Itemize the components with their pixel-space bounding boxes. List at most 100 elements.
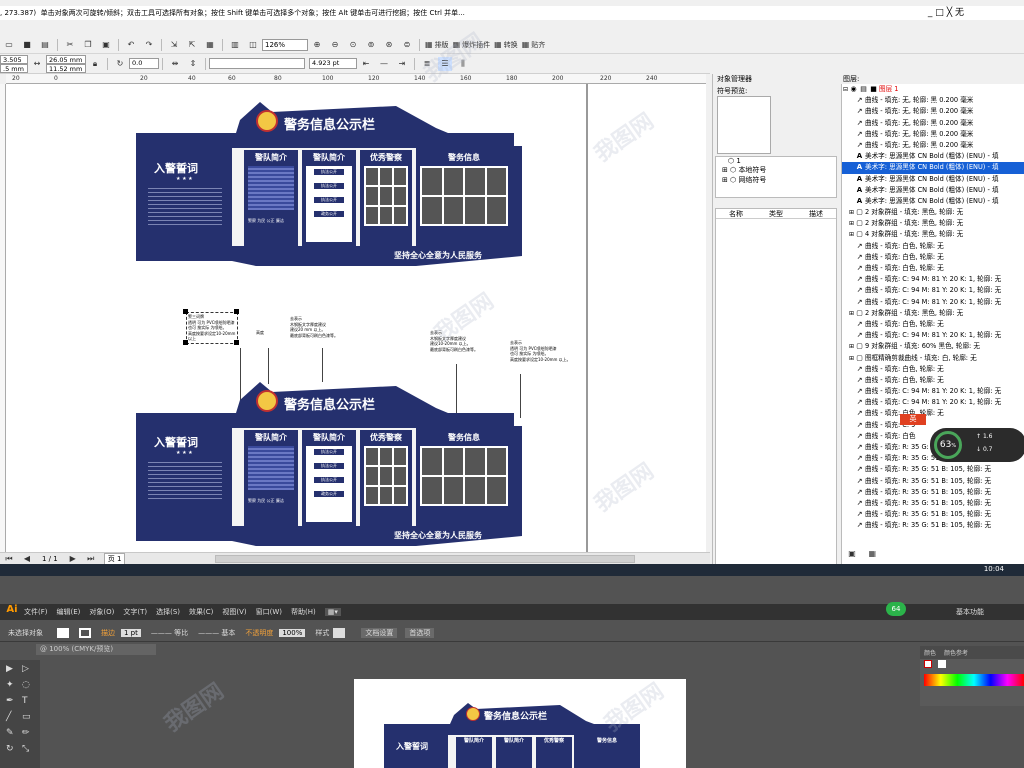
brush-definition[interactable]: ——— 基本 bbox=[198, 628, 235, 638]
object-row[interactable]: ↗ 曲线 - 填充: R: 35 G: 51 B: 105, 轮廓: 无 bbox=[842, 520, 1024, 531]
expand-icon[interactable]: ⊞ bbox=[848, 308, 855, 319]
selection-handle[interactable] bbox=[234, 340, 239, 345]
object-row[interactable]: ↗ 曲线 - 填充: R: 35 G: 51 B: 105, 轮廓: 无 bbox=[842, 487, 1024, 498]
color-guide-tab[interactable]: 颜色参考 bbox=[944, 648, 968, 657]
delete-icon[interactable]: ▦ bbox=[865, 546, 879, 560]
object-row[interactable]: ⊞ ▢ 2 对象群组 - 填充: 黑色, 轮廓: 无 bbox=[842, 218, 1024, 229]
mirror-h-icon[interactable]: ⇹ bbox=[168, 57, 182, 71]
mirror-v-icon[interactable]: ⇕ bbox=[186, 57, 200, 71]
x-position-field[interactable]: 3.505 mm bbox=[0, 54, 28, 73]
design-board-bottom[interactable]: 警务信息公示栏 入警誓词 ★ ★ ★ 警队简介 警察 为民 公正 廉洁 警队简介… bbox=[136, 376, 526, 546]
zoom-out-icon[interactable]: ⊖ bbox=[328, 38, 342, 52]
convert-button[interactable]: ▦ 转换 bbox=[494, 38, 518, 52]
ai-artboard[interactable]: 警务信息公示栏 入警誓词 警队简介 警队简介 优秀警察 警务信息 bbox=[354, 679, 686, 768]
save-icon[interactable]: ■ bbox=[20, 38, 34, 52]
menu-type[interactable]: 文字(T) bbox=[123, 607, 147, 617]
brush-tool-icon[interactable]: ✎ bbox=[6, 728, 14, 738]
object-row[interactable]: ↗ 曲线 - 填充: C: 94 M: 81 Y: 20 K: 1, 轮廓: 无 bbox=[842, 297, 1024, 308]
menu-view[interactable]: 视图(V) bbox=[222, 607, 246, 617]
color-spectrum[interactable] bbox=[924, 674, 1024, 686]
expand-icon[interactable]: ⊞ bbox=[848, 218, 855, 229]
restore-icon[interactable]: □ bbox=[935, 8, 944, 18]
object-row[interactable]: ↗ 曲线 - 填充: R: 35 G: 51 B: 105, 轮廓: 无 bbox=[842, 509, 1024, 520]
rotation-angle-field[interactable]: 0.0 bbox=[129, 58, 159, 69]
object-row[interactable]: ↗曲线 - 填充: 白色, 轮廓: 无 bbox=[842, 364, 1024, 375]
object-row[interactable]: ↗ 曲线 - 填充: C: 94 M: 81 Y: 20 K: 1, 轮廓: 无 bbox=[842, 285, 1024, 296]
object-row[interactable]: ↗曲线 - 填充: 白色, 轮廓: 无 bbox=[842, 408, 1024, 419]
line-start-icon[interactable]: ⇤ bbox=[359, 57, 373, 71]
width-field[interactable]: 26.05 mm bbox=[46, 54, 86, 64]
preferences-button[interactable]: 首选项 bbox=[405, 627, 435, 638]
menu-window[interactable]: 窗口(W) bbox=[256, 607, 282, 617]
object-row[interactable]: ↗ 曲线 - 填充: C: 94 M: 81 Y: 20 K: 1, 轮廓: 无 bbox=[842, 386, 1024, 397]
zoom-page-icon[interactable]: ⊚ bbox=[364, 38, 378, 52]
y-position-field[interactable]: .5 mm bbox=[0, 63, 28, 73]
app-launcher-icon[interactable]: ▥ bbox=[228, 38, 242, 52]
fill-select[interactable] bbox=[209, 58, 305, 69]
line-end-icon[interactable]: ⇥ bbox=[395, 57, 409, 71]
line-tool-icon[interactable]: ╱ bbox=[6, 712, 11, 722]
menu-file[interactable]: 文件(F) bbox=[24, 607, 48, 617]
object-row[interactable]: ⊞ ▢ 2 对象群组 - 填充: 黑色, 轮廓: 无 bbox=[842, 207, 1024, 218]
object-row[interactable]: ↗ 曲线 - 填充: 无, 轮廓: 黑 0.200 毫米 bbox=[842, 129, 1024, 140]
layout-button[interactable]: ▦ 排版 bbox=[425, 38, 449, 52]
import-icon[interactable]: ⇲ bbox=[167, 38, 181, 52]
direct-selection-tool-icon[interactable]: ▷ bbox=[22, 664, 29, 674]
object-row[interactable]: ↗曲线 - 填充: 白色, 轮廓: 无 bbox=[842, 375, 1024, 386]
zoom-height-icon[interactable]: ⊜ bbox=[400, 38, 414, 52]
zoom-width-icon[interactable]: ⊛ bbox=[382, 38, 396, 52]
paste-icon[interactable]: ▣ bbox=[99, 38, 113, 52]
opacity-field[interactable]: 100% bbox=[279, 628, 306, 637]
object-row[interactable]: ↗ 曲线 - 填充: C: 94 M: 81 Y: 20 K: 1, 轮廓: 无 bbox=[842, 397, 1024, 408]
wrap-text-icon[interactable]: ≣ bbox=[420, 57, 434, 71]
object-row[interactable]: ⊞ ▢ 2 对象群组 - 填充: 黑色, 轮廓: 无 bbox=[842, 308, 1024, 319]
window-controls[interactable]: _ □ ╳ 无 bbox=[928, 6, 964, 20]
object-row[interactable]: ↗ 曲线 - 填充: C: 94 M: 81 Y: 20 K: 1, 轮廓: 无 bbox=[842, 274, 1024, 285]
redo-icon[interactable]: ↷ bbox=[142, 38, 156, 52]
system-monitor-widget[interactable]: 63% ↑ 1.6 ↓ 0.7 bbox=[930, 428, 1024, 462]
scale-tool-icon[interactable]: ⤡ bbox=[22, 744, 29, 754]
object-row[interactable]: ↗ 曲线 - 填充: R: 35 G: 51 B: 105, 轮廓: 无 bbox=[842, 464, 1024, 475]
object-row[interactable]: A 美术字: 思源黑体 CN Bold (粗体) (ENU) - 填 bbox=[842, 162, 1024, 174]
object-row[interactable]: A 美术字: 思源黑体 CN Bold (粗体) (ENU) - 填 bbox=[842, 174, 1024, 185]
welcome-icon[interactable]: ◫ bbox=[246, 38, 260, 52]
line-style-icon[interactable]: — bbox=[377, 57, 391, 71]
lock-icon[interactable]: ■ bbox=[869, 84, 878, 95]
export-icon[interactable]: ⇱ bbox=[185, 38, 199, 52]
selection-handle[interactable] bbox=[183, 309, 188, 314]
object-row[interactable]: ↗ 曲线 - 填充: R: 35 G: 51 B: 105, 轮廓: 无 bbox=[842, 476, 1024, 487]
print-icon[interactable]: ▤ bbox=[38, 38, 52, 52]
ime-indicator[interactable]: 英 bbox=[900, 414, 926, 425]
none-swatch[interactable] bbox=[924, 660, 932, 668]
object-row[interactable]: ↗ 曲线 - 填充: 无, 轮廓: 黑 0.200 毫米 bbox=[842, 95, 1024, 106]
object-row[interactable]: ↗ 曲线 - 填充: 无, 轮廓: 黑 0.200 毫米 bbox=[842, 106, 1024, 117]
object-row[interactable]: ⊞ ▢ 4 对象群组 - 填充: 黑色, 轮廓: 无 bbox=[842, 229, 1024, 240]
rotate-tool-icon[interactable]: ↻ bbox=[6, 744, 14, 754]
open-icon[interactable]: ▭ bbox=[2, 38, 16, 52]
menu-edit[interactable]: 编辑(E) bbox=[57, 607, 81, 617]
close-icon[interactable]: ╳ bbox=[947, 8, 952, 18]
selected-annotation-text[interactable]: 警三词牌 透明 可为 PVC喷绘防晒漆 也可 按实际 为喷绘。 高度按要求设定1… bbox=[186, 312, 238, 344]
object-row[interactable]: ↗ 曲线 - 填充: R: 35 G: 51 B: 105, 轮廓: 无 bbox=[842, 498, 1024, 509]
workspace-switcher[interactable]: 基本功能 bbox=[956, 607, 984, 617]
object-row[interactable]: A 美术字: 思源黑体 CN Bold (粗体) (ENU) - 填 bbox=[842, 151, 1024, 162]
color-tab[interactable]: 颜色 bbox=[924, 648, 936, 657]
object-row[interactable]: ⊞ ▢ 图框精确剪裁曲线 - 填充: 白, 轮廓: 无 bbox=[842, 353, 1024, 364]
col-type[interactable]: 类型 bbox=[756, 209, 796, 218]
object-row[interactable]: ↗曲线 - 填充: 白色, 轮廓: 无 bbox=[842, 252, 1024, 263]
snap-button[interactable]: ▦ 贴齐 bbox=[522, 38, 546, 52]
design-board-top[interactable]: 警务信息公示栏 入警誓词 ★ ★ ★ 警队简介 警察 为民 公正 廉洁 警队简介… bbox=[136, 96, 526, 266]
undo-icon[interactable]: ↶ bbox=[124, 38, 138, 52]
selection-handle[interactable] bbox=[234, 309, 239, 314]
stroke-swatch[interactable] bbox=[79, 627, 91, 638]
stroke-weight-field[interactable]: 1 pt bbox=[121, 628, 141, 637]
height-field[interactable]: 11.52 mm bbox=[46, 63, 86, 73]
layer-tree[interactable]: ⊟ ◉ ▤ ■ 图层 1 ↗ 曲线 - 填充: 无, 轮廓: 黑 0.200 毫米 ↗ 曲线… bbox=[841, 84, 1024, 564]
arrange-docs-icon[interactable]: ▦▾ bbox=[324, 608, 341, 616]
pen-tool-icon[interactable]: ✒ bbox=[6, 696, 14, 706]
menu-object[interactable]: 对象(O) bbox=[89, 607, 114, 617]
expand-icon[interactable]: ⊞ bbox=[848, 207, 855, 218]
symbol-root[interactable]: ⬡ 1 bbox=[716, 157, 836, 165]
menu-effect[interactable]: 效果(C) bbox=[189, 607, 213, 617]
object-row[interactable]: ↗ 曲线 - 填充: 无, 轮廓: 黑 0.200 毫米 bbox=[842, 118, 1024, 129]
